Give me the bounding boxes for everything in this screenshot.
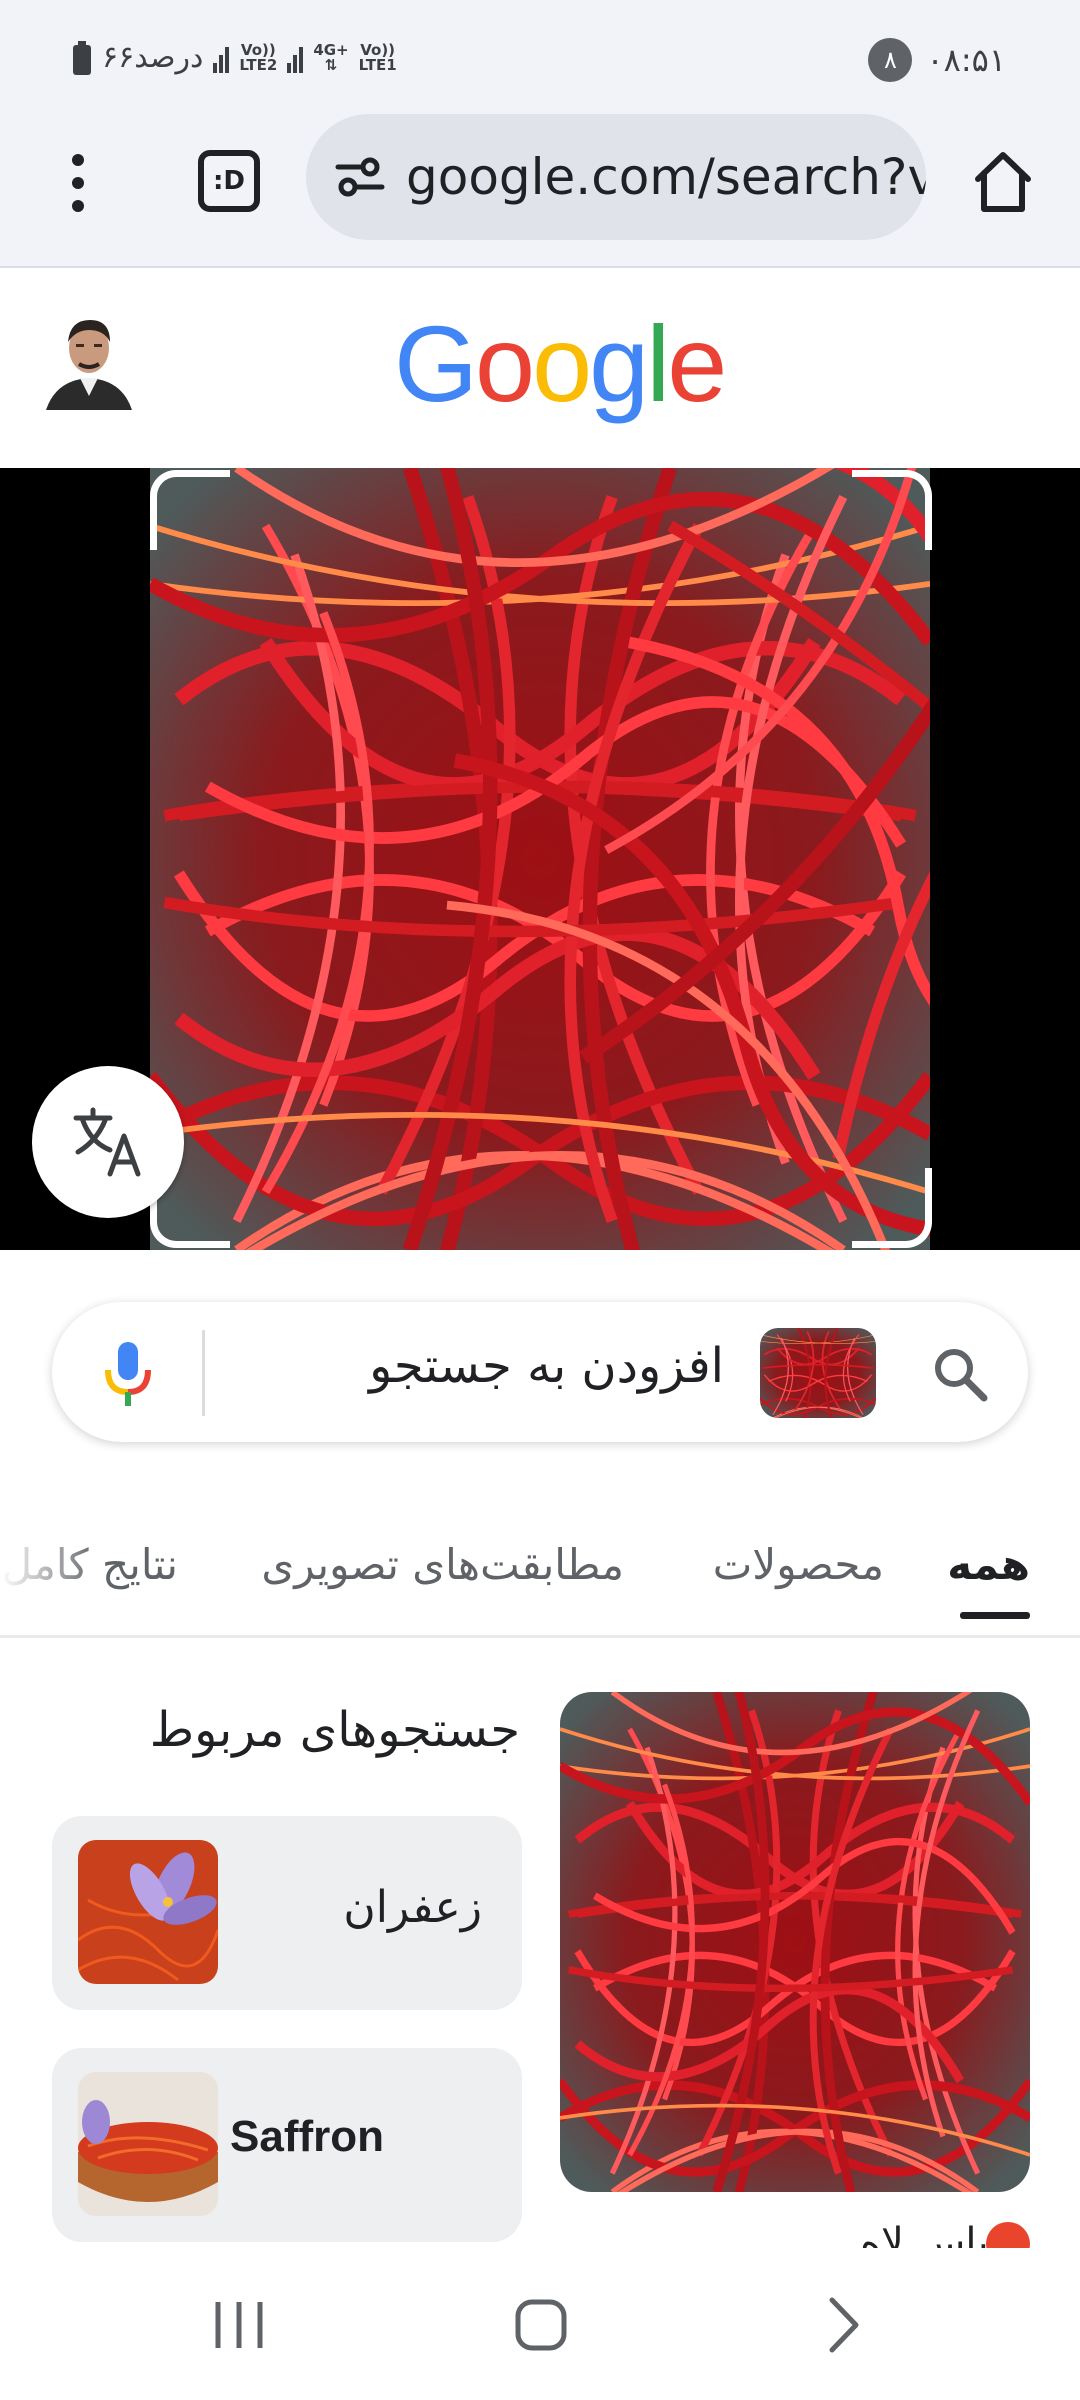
browser-toolbar: google.com/search?v :D <box>0 114 1080 268</box>
logo-letter: g <box>589 303 649 424</box>
tune-icon[interactable] <box>332 149 388 205</box>
tab-switcher-button[interactable]: :D <box>198 150 260 212</box>
mic-icon[interactable] <box>98 1338 158 1410</box>
system-nav-bar <box>0 2248 1080 2400</box>
active-tab-indicator <box>960 1612 1030 1619</box>
related-thumbnail <box>78 2072 218 2216</box>
search-image-thumbnail[interactable] <box>760 1328 876 1418</box>
url-text[interactable]: google.com/search?v <box>406 148 926 206</box>
crop-handle-top-left[interactable] <box>150 470 230 550</box>
google-header: Google <box>0 270 1080 468</box>
logo-letter: o <box>475 303 535 424</box>
search-icon[interactable] <box>930 1344 990 1404</box>
status-indicators: ۶۶درصد Vo)) LTE2 4G+ ⇅ Vo)) LTE1 <box>72 40 397 75</box>
logo-letter: o <box>532 303 592 424</box>
tab-visual-matches[interactable]: مطابقت‌های تصویری <box>261 1540 624 1589</box>
google-logo: Google <box>394 310 727 418</box>
tabs-fade <box>0 1490 100 1630</box>
visual-match-result-image[interactable] <box>560 1692 1030 2192</box>
related-search-chip[interactable]: زعفران <box>52 1816 522 2010</box>
crop-handle-bottom-right[interactable] <box>852 1168 932 1248</box>
home-button[interactable] <box>966 145 1040 219</box>
signal-icon <box>213 43 230 73</box>
home-nav-button[interactable] <box>506 2290 576 2360</box>
network-label-2: 4G+ ⇅ <box>313 40 349 74</box>
translate-icon <box>73 1107 141 1177</box>
add-to-search-bar[interactable]: افزودن به جستجو <box>52 1302 1028 1442</box>
search-input[interactable]: افزودن به جستجو <box>369 1338 724 1394</box>
logo-letter: e <box>667 303 727 424</box>
network-label-3: Vo)) LTE1 <box>358 40 397 74</box>
home-icon <box>975 152 1031 212</box>
logo-letter: G <box>394 303 478 424</box>
related-thumbnail <box>78 1840 218 1984</box>
related-search-label: Saffron <box>230 2112 384 2161</box>
search-divider <box>202 1330 205 1416</box>
status-time-group: ۸ ۰۸:۵۱ <box>868 38 1006 82</box>
avatar[interactable] <box>46 306 132 410</box>
url-bar[interactable]: google.com/search?v <box>306 114 926 240</box>
back-nav-button[interactable] <box>808 2290 878 2360</box>
network-label-1: Vo)) LTE2 <box>239 40 278 74</box>
logo-letter: l <box>646 303 670 424</box>
related-searches-title: جستجوهای مربوط <box>149 1702 520 1758</box>
more-vert-icon[interactable] <box>58 148 98 218</box>
notification-badge: ۸ <box>868 38 913 82</box>
search-tabs: همه محصولات مطابقت‌های تصویری نتایج کامل <box>0 1490 1080 1638</box>
lens-image-viewer[interactable] <box>0 468 1080 1250</box>
related-search-label: زعفران <box>343 1882 482 1933</box>
status-clock: ۰۸:۵۱ <box>926 41 1006 79</box>
tab-all[interactable]: همه <box>947 1540 1030 1589</box>
saffron-image <box>150 468 930 1250</box>
battery-icon <box>72 40 92 75</box>
recent-apps-button[interactable] <box>204 2290 274 2360</box>
related-search-chip[interactable]: Saffron <box>52 2048 522 2242</box>
signal-icon <box>287 43 304 73</box>
battery-percent: ۶۶درصد <box>102 40 204 75</box>
crop-handle-top-right[interactable] <box>852 470 932 550</box>
tab-products[interactable]: محصولات <box>713 1540 884 1589</box>
status-bar: ۸ ۰۸:۵۱ ۶۶درصد Vo)) LTE2 4G+ ⇅ Vo)) LTE1 <box>0 0 1080 118</box>
translate-button[interactable] <box>32 1066 184 1218</box>
